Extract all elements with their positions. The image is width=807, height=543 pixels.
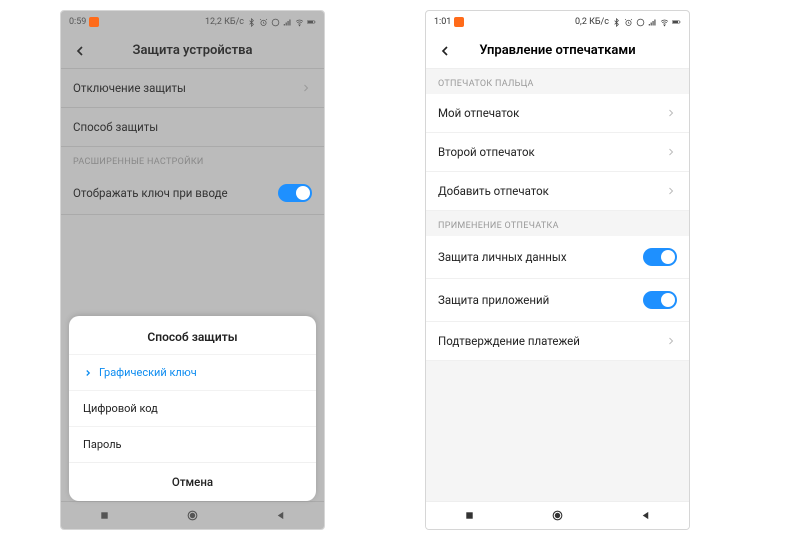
signal-icon	[648, 18, 657, 27]
row-label: Защита приложений	[438, 293, 549, 307]
nav-back-icon[interactable]	[638, 509, 652, 523]
row-label: Отображать ключ при вводе	[73, 186, 228, 200]
status-network-speed: 0,2 КБ/с	[575, 17, 609, 27]
section-advanced: РАСШИРЕННЫЕ НАСТРОЙКИ	[61, 147, 324, 172]
wifi-icon	[660, 18, 669, 27]
row-label: Второй отпечаток	[438, 145, 535, 159]
chevron-right-icon	[300, 82, 312, 94]
back-button[interactable]	[436, 42, 454, 60]
battery-icon	[307, 18, 316, 27]
sheet-option-pin[interactable]: Цифровой код	[69, 390, 316, 426]
page-header: Защита устройства	[61, 33, 324, 69]
notification-badge-icon	[454, 17, 464, 27]
chevron-right-icon	[665, 335, 677, 347]
sheet-option-pattern[interactable]: Графический ключ	[69, 354, 316, 390]
sheet-title: Способ защиты	[69, 316, 316, 354]
row-label: Защита личных данных	[438, 250, 567, 264]
row-show-key[interactable]: Отображать ключ при вводе	[61, 172, 324, 215]
signal-icon	[283, 18, 292, 27]
page-title: Защита устройства	[133, 43, 253, 58]
nav-back-icon[interactable]	[273, 509, 287, 523]
row-second-fingerprint[interactable]: Второй отпечаток	[426, 133, 689, 172]
selected-indicator-icon	[83, 368, 93, 378]
row-payment-confirm[interactable]: Подтверждение платежей	[426, 322, 689, 361]
bluetooth-icon	[247, 18, 256, 27]
navigation-bar	[61, 501, 324, 529]
chevron-right-icon	[665, 146, 677, 158]
status-bar: 1:01 0,2 КБ/с	[426, 11, 689, 33]
dnd-icon	[271, 18, 280, 27]
row-personal-data[interactable]: Защита личных данных	[426, 236, 689, 279]
toggle-show-key[interactable]	[278, 184, 312, 202]
option-label: Пароль	[83, 438, 122, 451]
battery-icon	[672, 18, 681, 27]
nav-home-icon[interactable]	[550, 509, 564, 523]
action-sheet: Способ защиты Графический ключ Цифровой …	[69, 316, 316, 501]
status-network-speed: 12,2 КБ/с	[205, 17, 244, 27]
row-my-fingerprint[interactable]: Мой отпечаток	[426, 94, 689, 133]
row-protection-method[interactable]: Способ защиты	[61, 108, 324, 147]
alarm-icon	[259, 18, 268, 27]
row-label: Способ защиты	[73, 120, 158, 134]
row-label: Добавить отпечаток	[438, 184, 549, 198]
row-add-fingerprint[interactable]: Добавить отпечаток	[426, 172, 689, 211]
status-time: 0:59	[69, 17, 86, 27]
page-header: Управление отпечатками	[426, 33, 689, 69]
section-fingerprint-usage: ПРИМЕНЕНИЕ ОТПЕЧАТКА	[426, 211, 689, 236]
row-label: Мой отпечаток	[438, 106, 519, 120]
nav-recent-icon[interactable]	[463, 509, 477, 523]
back-button[interactable]	[71, 42, 89, 60]
navigation-bar	[426, 501, 689, 529]
toggle-personal[interactable]	[643, 248, 677, 266]
phone-left: 0:59 12,2 КБ/с Защита устройства Отключе…	[60, 10, 325, 530]
dnd-icon	[636, 18, 645, 27]
row-disable-protection[interactable]: Отключение защиты	[61, 69, 324, 108]
toggle-apps[interactable]	[643, 291, 677, 309]
section-fingerprint: ОТПЕЧАТОК ПАЛЬЦА	[426, 69, 689, 94]
alarm-icon	[624, 18, 633, 27]
option-label: Графический ключ	[99, 366, 197, 379]
chevron-right-icon	[665, 185, 677, 197]
nav-home-icon[interactable]	[185, 509, 199, 523]
row-label: Отключение защиты	[73, 81, 186, 95]
chevron-right-icon	[665, 107, 677, 119]
status-time: 1:01	[434, 17, 451, 27]
bluetooth-icon	[612, 18, 621, 27]
settings-content: ОТПЕЧАТОК ПАЛЬЦА Мой отпечаток Второй от…	[426, 69, 689, 501]
notification-badge-icon	[89, 17, 99, 27]
phone-right: 1:01 0,2 КБ/с Управление отпечатками ОТП…	[425, 10, 690, 530]
page-title: Управление отпечатками	[479, 43, 635, 58]
wifi-icon	[295, 18, 304, 27]
sheet-option-password[interactable]: Пароль	[69, 426, 316, 462]
status-bar: 0:59 12,2 КБ/с	[61, 11, 324, 33]
nav-recent-icon[interactable]	[98, 509, 112, 523]
sheet-cancel[interactable]: Отмена	[69, 462, 316, 501]
row-label: Подтверждение платежей	[438, 334, 580, 348]
option-label: Цифровой код	[83, 402, 158, 415]
row-app-protection[interactable]: Защита приложений	[426, 279, 689, 322]
